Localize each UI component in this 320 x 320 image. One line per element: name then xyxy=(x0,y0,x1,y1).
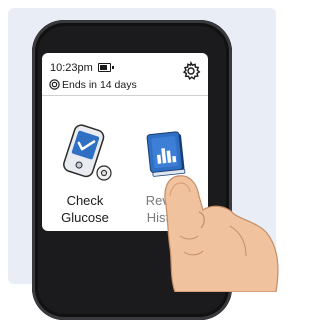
battery-level-fill xyxy=(100,65,108,70)
battery-icon xyxy=(98,63,114,72)
reader-device: 10:23pm Ends in 14 days Check Glucose Re… xyxy=(32,20,232,320)
review-history-label-line2: History xyxy=(146,210,188,225)
check-glucose-label: Check Glucose xyxy=(50,192,120,226)
gear-icon[interactable] xyxy=(181,61,201,81)
reader-screen: 10:23pm Ends in 14 days Check Glucose Re… xyxy=(42,53,208,231)
history-book-icon xyxy=(146,131,186,177)
sensor-ends-text: Ends in 14 days xyxy=(62,79,137,91)
status-time: 10:23pm xyxy=(50,62,93,74)
sensor-icon xyxy=(49,79,60,90)
illustration-frame: 10:23pm Ends in 14 days Check Glucose Re… xyxy=(0,0,285,320)
review-history-label: Review History xyxy=(132,192,202,226)
check-glucose-label-line2: Glucose xyxy=(61,210,109,225)
review-history-label-line1: Review xyxy=(145,193,189,208)
glucose-reader-icon xyxy=(63,124,112,181)
check-glucose-label-line1: Check xyxy=(66,193,104,208)
status-divider xyxy=(42,95,208,96)
